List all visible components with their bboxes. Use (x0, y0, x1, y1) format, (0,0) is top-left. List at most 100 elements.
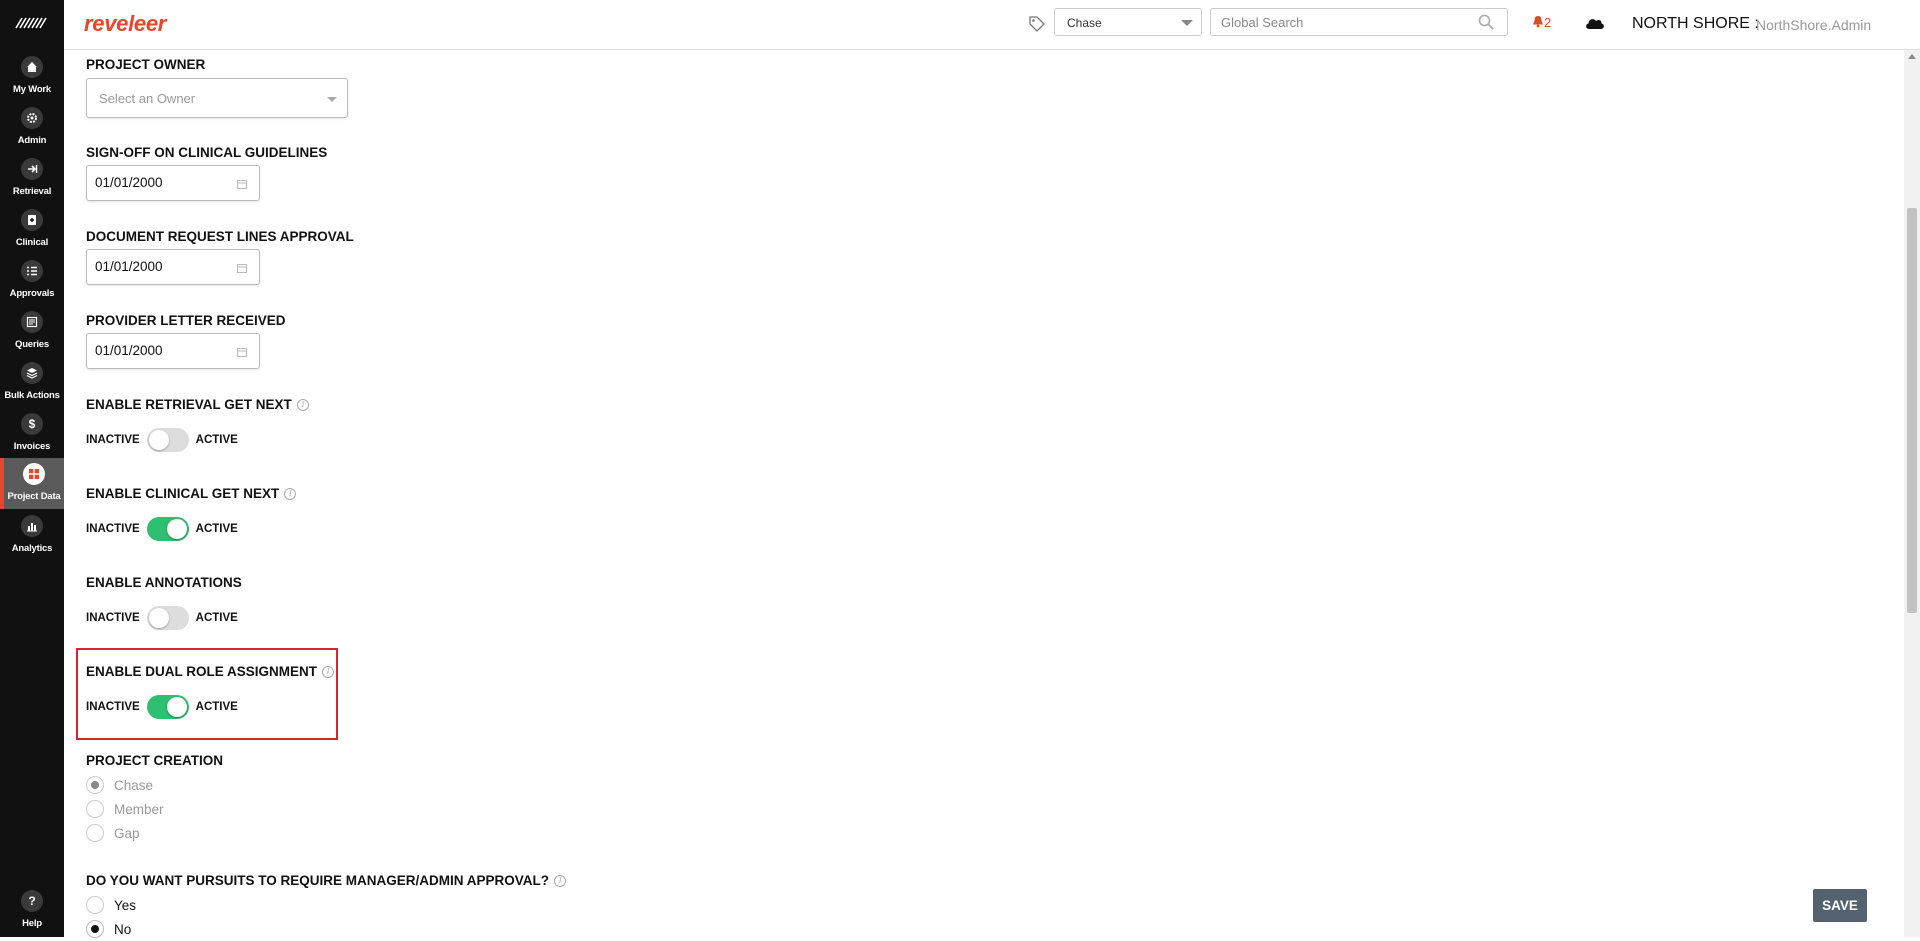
project-owner-select[interactable]: Select an Owner (86, 78, 348, 118)
annotations-text: ENABLE ANNOTATIONS (86, 575, 242, 590)
notification-count: 2 (1544, 15, 1552, 30)
clinical-get-next-switch[interactable] (146, 517, 189, 541)
nav-label: Admin (17, 135, 47, 146)
nav-label: My Work (12, 84, 51, 95)
home-icon (21, 56, 43, 78)
nav-item-retrieval[interactable]: Retrieval (0, 158, 64, 209)
info-icon[interactable]: i (554, 875, 567, 888)
signoff-label: SIGN-OFF ON CLINICAL GUIDELINES (86, 145, 328, 160)
nav-item-bulk-actions[interactable]: Bulk Actions (0, 362, 64, 413)
project-type-value: Chase (1067, 16, 1102, 30)
info-icon[interactable]: i (296, 399, 309, 412)
pursuits-approval-text: DO YOU WANT PURSUITS TO REQUIRE MANAGER/… (86, 873, 550, 888)
calendar-icon[interactable] (237, 263, 247, 273)
nav-item-approvals[interactable]: Approvals (0, 260, 64, 311)
pursuits-approval-label: DO YOU WANT PURSUITS TO REQUIRE MANAGER/… (86, 873, 567, 888)
provider-letter-date-field[interactable]: 01/01/2000 (86, 333, 260, 369)
brand-logo[interactable]: reveleer (84, 11, 166, 37)
nav-item-invoices[interactable]: $ Invoices (0, 413, 64, 464)
global-search-input[interactable] (1210, 8, 1508, 36)
inactive-label: INACTIVE (86, 701, 140, 713)
user-name[interactable]: NorthShore.Admin (1756, 17, 1871, 33)
active-label: ACTIVE (195, 434, 238, 446)
annotations-switch[interactable] (146, 606, 189, 630)
doc-request-label: DOCUMENT REQUEST LINES APPROVAL (86, 229, 354, 244)
project-creation-label: PROJECT CREATION (86, 753, 224, 768)
radio-button[interactable] (86, 920, 104, 938)
retrieval-get-next-text: ENABLE RETRIEVAL GET NEXT (86, 397, 292, 412)
search-icon[interactable] (1477, 13, 1495, 31)
clipboard-icon (21, 209, 43, 231)
highlight-box (76, 648, 338, 740)
clinical-get-next-toggle-row: INACTIVE ACTIVE (86, 517, 238, 541)
inactive-label: INACTIVE (86, 523, 140, 535)
radio-button[interactable] (86, 800, 104, 818)
save-button[interactable]: SAVE (1813, 889, 1867, 922)
signoff-date-value: 01/01/2000 (95, 175, 163, 190)
dollar-icon: $ (21, 413, 43, 435)
nav-label: Invoices (13, 441, 51, 452)
pursuits-option-yes[interactable]: Yes (86, 895, 136, 915)
nav-label: Help (22, 918, 42, 929)
vertical-scrollbar[interactable] (1904, 50, 1920, 937)
switch-knob (166, 519, 187, 539)
calendar-icon[interactable] (237, 179, 247, 189)
tag-icon (1029, 16, 1045, 32)
logo-icon[interactable] (14, 16, 50, 30)
nav-item-help[interactable]: ? Help (0, 890, 64, 941)
side-nav: My Work Admin Retrieval Clinical Approva… (0, 0, 64, 937)
cloud-icon[interactable] (1584, 15, 1606, 31)
chevron-down-icon (1181, 20, 1193, 26)
radio-button[interactable] (86, 776, 104, 794)
retrieval-get-next-label: ENABLE RETRIEVAL GET NEXT i (86, 397, 309, 412)
project-type-select[interactable]: Chase (1054, 8, 1202, 36)
active-label: ACTIVE (195, 701, 238, 713)
nav-item-clinical[interactable]: Clinical (0, 209, 64, 260)
dual-role-assignment-switch[interactable] (146, 695, 189, 719)
annotations-label: ENABLE ANNOTATIONS (86, 575, 242, 590)
radio-label: Chase (114, 777, 154, 793)
pursuits-option-no[interactable]: No (86, 919, 131, 939)
provider-letter-label: PROVIDER LETTER RECEIVED (86, 313, 286, 328)
nav-label: Approvals (9, 288, 55, 299)
scrollbar-thumb[interactable] (1907, 208, 1917, 613)
info-icon[interactable]: i (322, 666, 335, 679)
nav-label: Retrieval (12, 186, 52, 197)
radio-label: Member (114, 801, 164, 817)
nav-item-admin[interactable]: Admin (0, 107, 64, 158)
nav-label: Bulk Actions (4, 390, 60, 401)
gear-icon (21, 107, 43, 129)
project-creation-option-gap[interactable]: Gap (86, 823, 140, 843)
provider-letter-date-value: 01/01/2000 (95, 343, 163, 358)
nav-item-analytics[interactable]: Analytics (0, 515, 64, 566)
radio-button[interactable] (86, 896, 104, 914)
notifications-button[interactable]: 2 (1532, 15, 1551, 30)
info-icon[interactable]: i (284, 488, 297, 501)
nav-item-my-work[interactable]: My Work (0, 56, 64, 107)
nav-label: Clinical (15, 237, 49, 248)
layers-icon (21, 362, 43, 384)
inactive-label: INACTIVE (86, 612, 140, 624)
document-icon (21, 311, 43, 333)
nav-item-queries[interactable]: Queries (0, 311, 64, 362)
inactive-label: INACTIVE (86, 434, 140, 446)
project-settings-form: PROJECT OWNER Select an Owner SIGN-OFF O… (76, 50, 1886, 939)
dual-role-assignment-label: ENABLE DUAL ROLE ASSIGNMENT i (86, 664, 335, 679)
project-creation-option-member[interactable]: Member (86, 799, 164, 819)
bell-icon (1533, 16, 1543, 28)
radio-button[interactable] (86, 824, 104, 842)
organization-name: NORTH SHORE : (1632, 15, 1759, 32)
bar-chart-icon (21, 515, 43, 537)
doc-request-date-field[interactable]: 01/01/2000 (86, 249, 260, 285)
project-data-icon (23, 463, 45, 485)
project-creation-option-chase[interactable]: Chase (86, 775, 153, 795)
list-icon (21, 260, 43, 282)
nav-item-project-data[interactable]: Project Data (0, 458, 64, 509)
scroll-up-icon[interactable] (1908, 54, 1916, 59)
retrieval-get-next-switch[interactable] (146, 428, 189, 452)
calendar-icon[interactable] (237, 347, 247, 357)
nav-label: Analytics (11, 543, 53, 554)
switch-knob (148, 608, 169, 628)
signoff-date-field[interactable]: 01/01/2000 (86, 165, 260, 201)
top-bar: reveleer Chase 2 NORTH SHORE : NorthShor… (64, 0, 1920, 50)
